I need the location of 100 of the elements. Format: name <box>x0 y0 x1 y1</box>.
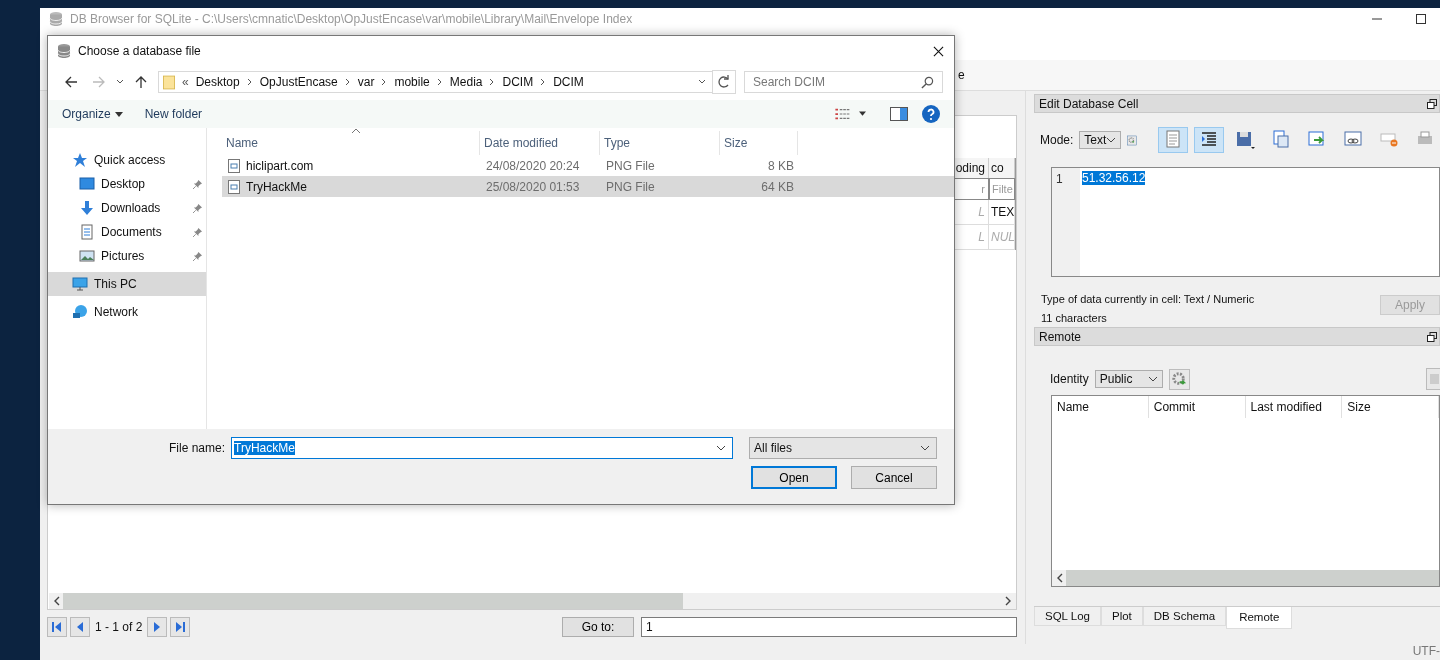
document-icon <box>79 224 95 240</box>
horizontal-scrollbar[interactable] <box>49 593 1016 609</box>
mode-dropdown[interactable]: Text <box>1079 131 1122 149</box>
dock-tab[interactable]: SQL Log <box>1034 607 1101 626</box>
float-icon[interactable] <box>1427 331 1437 342</box>
file-size: 64 KB <box>760 179 795 194</box>
new-folder-button[interactable]: New folder <box>140 105 207 123</box>
file-name-label: File name: <box>168 441 225 455</box>
column-header[interactable]: co <box>989 158 1015 178</box>
breadcrumb[interactable]: Media <box>449 75 483 89</box>
chevron-left-icon[interactable] <box>1056 573 1064 583</box>
identity-label: Identity <box>1050 372 1089 386</box>
file-type: PNG File <box>605 158 656 173</box>
breadcrumb[interactable]: Desktop <box>195 75 240 89</box>
picture-icon <box>79 248 95 264</box>
down-arrow-icon <box>79 200 95 216</box>
column-header[interactable]: Size <box>720 131 798 155</box>
address-bar[interactable]: « Desktop OpJustEncase var mobile Media DCIM DCIM <box>158 71 713 93</box>
computer-icon <box>72 276 88 292</box>
chevron-right-icon <box>436 78 443 86</box>
star-icon <box>72 152 88 168</box>
back-arrow-icon[interactable] <box>64 75 78 89</box>
gear-icon[interactable] <box>1168 368 1190 390</box>
chevron-right-icon <box>344 78 351 86</box>
column-header[interactable]: Last modified <box>1245 396 1343 418</box>
nav-item[interactable]: Desktop <box>48 172 206 196</box>
first-page-icon[interactable] <box>47 617 67 637</box>
chevron-down-icon <box>920 445 930 451</box>
scrollbar-thumb[interactable] <box>63 593 683 609</box>
nav-item[interactable]: Network <box>48 300 206 324</box>
file-name: hiclipart.com <box>246 158 314 173</box>
dock-tab[interactable]: Plot <box>1100 607 1143 626</box>
maximize-icon[interactable] <box>1416 14 1426 24</box>
column-header[interactable]: Name <box>1052 396 1149 418</box>
database-icon <box>56 43 72 59</box>
next-page-icon[interactable] <box>147 617 168 637</box>
help-icon[interactable] <box>922 105 940 123</box>
file-name-field[interactable]: TryHackMe <box>231 437 733 459</box>
preview-pane-icon[interactable] <box>890 107 908 121</box>
last-page-icon[interactable] <box>170 617 191 637</box>
organize-button[interactable]: Organize <box>58 105 127 123</box>
window-title: DB Browser for SQLite - C:\Users\cmnatic\Desktop\OpJustEncase\var\mobile\Library\Mail\Envelope Index <box>70 12 633 26</box>
nav-item[interactable]: Pictures <box>48 244 206 268</box>
table-cell: TEX <box>989 200 1015 225</box>
column-header[interactable]: Name <box>222 131 480 155</box>
cell-value: 51.32.56.12 <box>1082 171 1146 185</box>
dock-tab[interactable]: DB Schema <box>1142 607 1227 626</box>
breadcrumb[interactable]: OpJustEncase <box>259 75 338 89</box>
chevron-right-icon <box>489 78 496 86</box>
overflow-crumbs[interactable]: « <box>182 75 189 89</box>
breadcrumb[interactable]: DCIM <box>502 75 534 89</box>
close-icon[interactable] <box>933 45 944 57</box>
nav-item[interactable]: Downloads <box>48 196 206 220</box>
chevron-left-icon[interactable] <box>53 596 61 606</box>
file-type-dropdown[interactable]: All files <box>749 437 937 459</box>
dialog-button[interactable]: Cancel <box>851 466 937 489</box>
text-mode-icon[interactable] <box>1158 127 1188 153</box>
up-arrow-icon[interactable] <box>134 75 148 89</box>
page-range: 1 - 1 of 2 <box>95 620 143 634</box>
dialog-button[interactable]: Open <box>751 466 837 489</box>
dock-tab[interactable]: Remote <box>1226 607 1293 629</box>
chevron-right-icon <box>540 78 547 86</box>
monitor-icon <box>79 176 95 192</box>
nav-item[interactable]: Documents <box>48 220 206 244</box>
column-header[interactable]: Type <box>600 131 720 155</box>
line-number: 1 <box>1056 172 1063 186</box>
file-row[interactable]: TryHackMe 25/08/2020 01:53 PNG File 64 KB <box>222 176 954 197</box>
dock-title: Remote <box>1039 329 1083 344</box>
breadcrumb[interactable]: DCIM <box>553 75 584 89</box>
image-file-icon <box>228 158 240 173</box>
caret-down-icon <box>114 111 123 117</box>
chevron-right-icon <box>246 78 253 86</box>
breadcrumb[interactable]: var <box>357 75 375 89</box>
column-header[interactable]: Commit <box>1148 396 1246 418</box>
column-header[interactable]: Date modified <box>480 131 600 155</box>
folder-icon <box>163 74 175 90</box>
cell-editor[interactable]: 1 51.32.56.12 <box>1051 167 1440 277</box>
identity-dropdown[interactable]: Public <box>1094 370 1163 388</box>
table-cell: NUL <box>989 225 1015 250</box>
go-to-button[interactable]: Go to: <box>562 617 634 637</box>
nav-item[interactable]: This PC <box>48 272 206 296</box>
chevron-down-icon[interactable] <box>698 79 706 85</box>
float-icon[interactable] <box>1427 98 1437 109</box>
indent-icon[interactable] <box>1194 127 1224 153</box>
chevron-down-icon <box>1147 376 1158 382</box>
toolbar-label[interactable]: e <box>958 68 965 82</box>
file-date: 25/08/2020 01:53 <box>485 179 581 194</box>
chevron-right-icon <box>381 78 388 86</box>
refresh-icon[interactable] <box>712 70 736 94</box>
column-header[interactable]: Size <box>1342 396 1439 418</box>
go-to-field[interactable]: 1 <box>641 617 1017 637</box>
chevron-down-icon <box>716 445 726 451</box>
previous-page-icon[interactable] <box>70 617 90 637</box>
nav-item[interactable]: Quick access <box>48 148 206 172</box>
breadcrumb[interactable]: mobile <box>394 75 430 89</box>
chevron-right-icon[interactable] <box>1004 596 1012 606</box>
chevron-down-icon[interactable] <box>116 79 124 85</box>
encoding-label: UTF- <box>1412 644 1440 660</box>
search-icon <box>921 75 934 89</box>
search-field[interactable]: Search DCIM <box>744 71 943 93</box>
